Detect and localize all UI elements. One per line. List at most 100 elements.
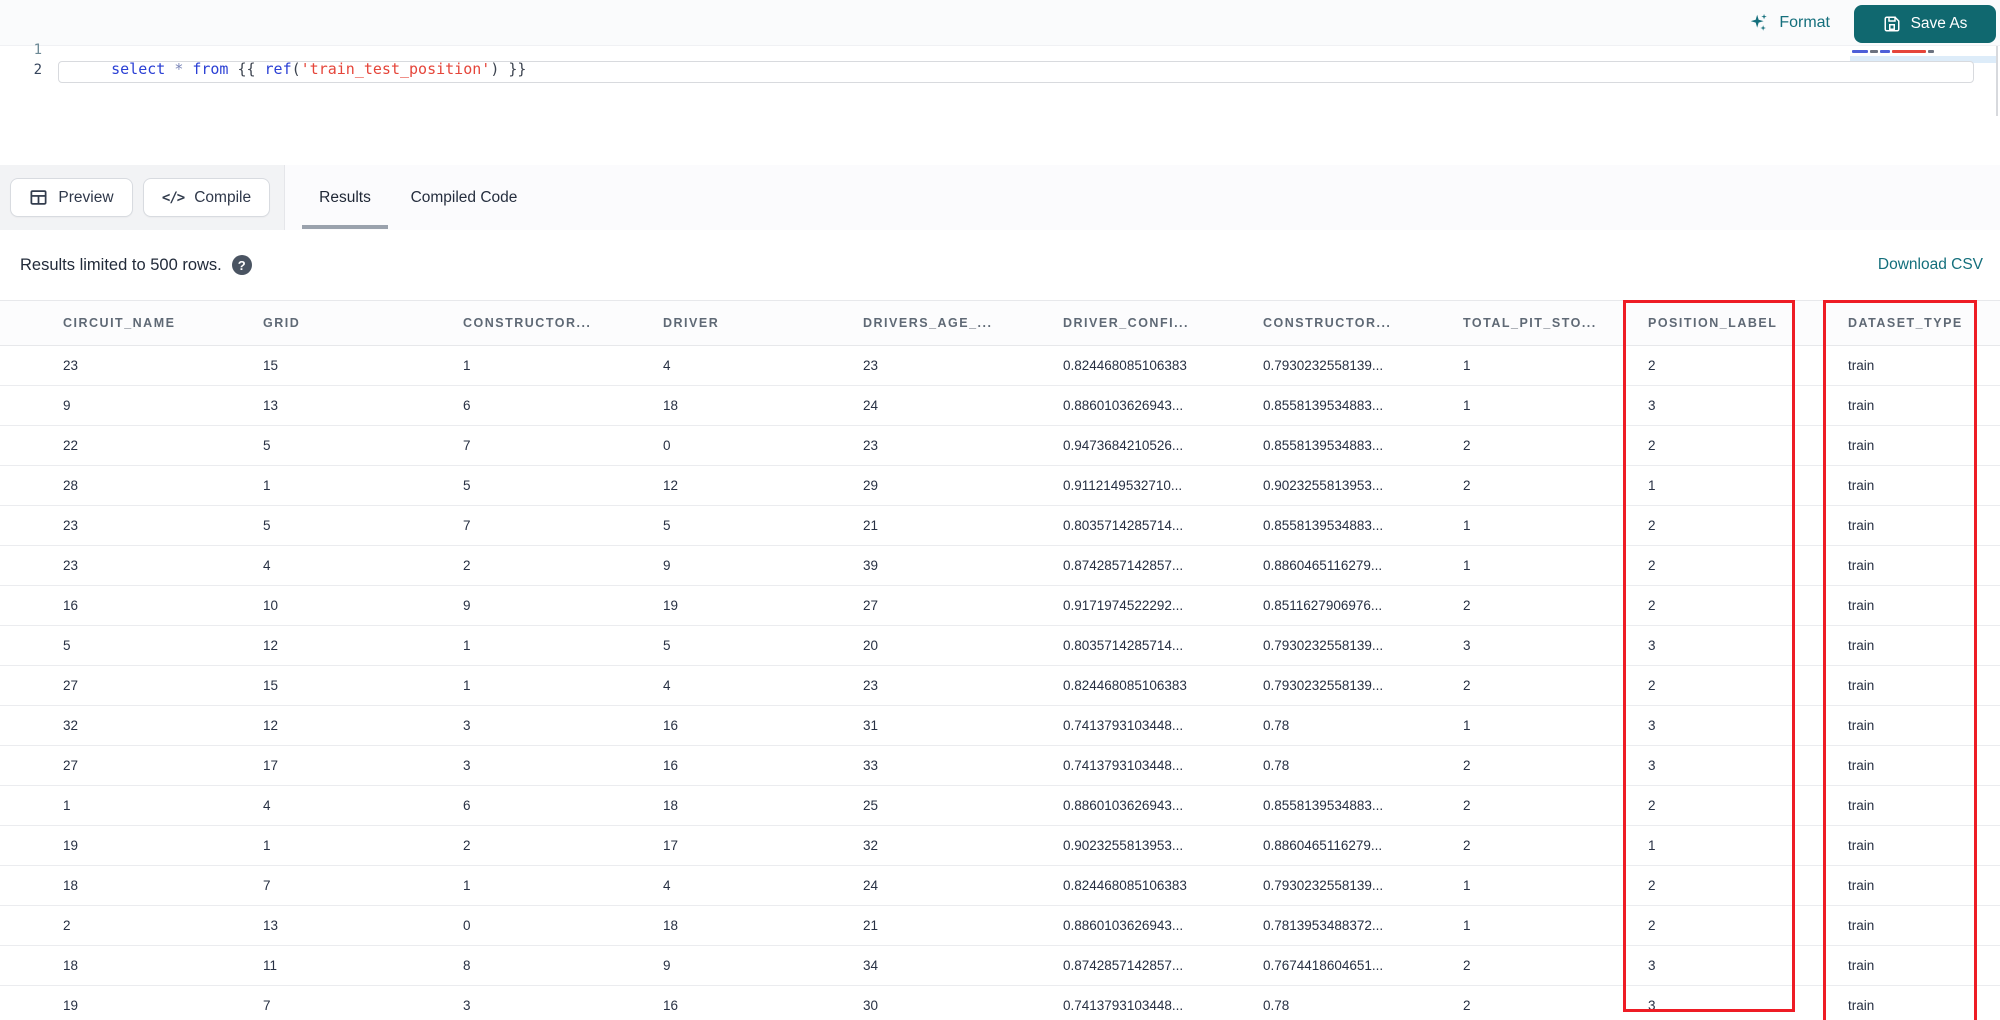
table-row[interactable]: 23 15 1 4 23 0.824468085106383 0.7930232558139… [0, 345, 2000, 386]
table-cell: 2 [1600, 505, 1800, 546]
table-cell: 15 [200, 345, 400, 386]
table-cell: 32 [800, 825, 1000, 866]
table-cell: 0.8742857142857... [1000, 545, 1200, 586]
table-row[interactable]: 19 7 3 16 30 0.7413793103448... 0.78 2 3 train [0, 985, 2000, 1020]
column-header[interactable]: DRIVER_CONFI... [1000, 300, 1200, 346]
table-row[interactable]: 23 5 7 5 21 0.8035714285714... 0.8558139534883… [0, 505, 2000, 546]
format-button[interactable]: Format [1748, 8, 1830, 38]
results-toolbar: Preview </> Compile Results Compiled Cod… [0, 165, 2000, 230]
table-cell: 0.78 [1200, 985, 1400, 1020]
table-cell: 0.8035714285714... [1000, 625, 1200, 666]
table-cell: 8 [400, 945, 600, 986]
table-cell: 0.8860103626943... [1000, 385, 1200, 426]
table-row[interactable]: 1 4 6 18 25 0.8860103626943... 0.8558139534883… [0, 785, 2000, 826]
column-header[interactable]: CONSTRUCTOR... [1200, 300, 1400, 346]
table-cell: 5 [200, 425, 400, 466]
table-cell: 2 [1400, 465, 1600, 506]
table-cell: 16 [600, 745, 800, 786]
table-row[interactable]: 18 7 1 4 24 0.824468085106383 0.7930232558139.… [0, 865, 2000, 906]
table-cell: 24 [800, 865, 1000, 906]
token-close-paren: ) [490, 60, 500, 78]
table-cell: 18 [600, 905, 800, 946]
table-row[interactable]: 2 13 0 18 21 0.8860103626943... 0.781395348837… [0, 905, 2000, 946]
download-csv-link[interactable]: Download CSV [1878, 230, 1983, 300]
save-as-button[interactable]: Save As [1854, 5, 1996, 43]
table-row[interactable]: 32 12 3 16 31 0.7413793103448... 0.78 1 3 train [0, 705, 2000, 746]
results-info-row: Results limited to 500 rows. ? Download … [0, 230, 2000, 300]
help-icon[interactable]: ? [231, 255, 252, 275]
table-cell: 9 [600, 945, 800, 986]
table-cell: 32 [0, 705, 200, 746]
table-cell: 2 [1400, 785, 1600, 826]
table-row[interactable]: 27 17 3 16 33 0.7413793103448... 0.78 2 3 train [0, 745, 2000, 786]
column-header[interactable]: GRID [200, 300, 400, 346]
column-header[interactable]: CONSTRUCTOR... [400, 300, 600, 346]
table-cell: 1 [1600, 465, 1800, 506]
table-row[interactable]: 18 11 8 9 34 0.8742857142857... 0.767441860465… [0, 945, 2000, 986]
table-cell: 2 [1600, 665, 1800, 706]
table-cell: 0.7930232558139... [1200, 665, 1400, 706]
table-cell: 39 [800, 545, 1000, 586]
table-cell: 0.8860465116279... [1200, 825, 1400, 866]
table-cell: 3 [1400, 625, 1600, 666]
column-header[interactable]: TOTAL_PIT_STO... [1400, 300, 1600, 346]
table-row[interactable]: 9 13 6 18 24 0.8860103626943... 0.855813953488… [0, 385, 2000, 426]
table-cell: 2 [1400, 985, 1600, 1020]
table-cell: 19 [0, 985, 200, 1020]
table-cell: 1 [400, 665, 600, 706]
table-cell: 0.8860103626943... [1000, 785, 1200, 826]
table-cell: 15 [200, 665, 400, 706]
table-cell: 0.7930232558139... [1200, 865, 1400, 906]
results-table-container: CIRCUIT_NAME GRID CONSTRUCTOR... DRIVER DRIV… [0, 300, 2000, 1020]
table-cell: 2 [400, 545, 600, 586]
preview-label: Preview [58, 188, 114, 206]
table-row[interactable]: 16 10 9 19 27 0.9171974522292... 0.85116279069… [0, 585, 2000, 626]
table-cell: 1 [1400, 865, 1600, 906]
table-cell: 1 [1400, 505, 1600, 546]
table-cell: 2 [1600, 345, 1800, 386]
table-cell: train [1800, 745, 2000, 786]
table-cell: train [1800, 665, 2000, 706]
table-row[interactable]: 19 1 2 17 32 0.9023255813953... 0.886046511627… [0, 825, 2000, 866]
table-cell: train [1800, 785, 2000, 826]
table-cell: 1 [1600, 825, 1800, 866]
column-header[interactable]: DRIVERS_AGE_... [800, 300, 1000, 346]
table-cell: 4 [200, 785, 400, 826]
token-star: * [174, 60, 184, 78]
table-cell: 2 [0, 905, 200, 946]
table-cell: 0.8742857142857... [1000, 945, 1200, 986]
table-cell: 7 [200, 865, 400, 906]
column-header[interactable]: DATASET_TYPE [1800, 300, 2000, 346]
column-header[interactable]: DRIVER [600, 300, 800, 346]
compile-button[interactable]: </> Compile [143, 178, 270, 217]
active-tab-underline [302, 225, 388, 229]
preview-button[interactable]: Preview [10, 178, 133, 217]
column-header[interactable]: CIRCUIT_NAME [0, 300, 200, 346]
table-icon [29, 188, 48, 207]
editor-scrollbar[interactable] [1996, 46, 1998, 116]
table-cell: 2 [1600, 545, 1800, 586]
table-cell: 0.8558139534883... [1200, 505, 1400, 546]
code-icon: </> [161, 189, 185, 206]
table-cell: 0.8558139534883... [1200, 785, 1400, 826]
table-cell: 23 [0, 505, 200, 546]
table-row[interactable]: 27 15 1 4 23 0.824468085106383 0.7930232558139… [0, 665, 2000, 706]
table-row[interactable]: 23 4 2 9 39 0.8742857142857... 0.8860465116279… [0, 545, 2000, 586]
table-cell: 4 [600, 665, 800, 706]
table-row[interactable]: 28 1 5 12 29 0.9112149532710... 0.902325581395… [0, 465, 2000, 506]
table-cell: 13 [200, 385, 400, 426]
table-cell: 19 [0, 825, 200, 866]
tab-results[interactable]: Results [302, 165, 388, 230]
table-cell: train [1800, 385, 2000, 426]
column-header[interactable]: POSITION_LABEL [1600, 300, 1800, 346]
code-line-1[interactable]: select * from {{ref('train_test_position')}… [75, 42, 526, 96]
table-cell: 4 [200, 545, 400, 586]
table-cell: 3 [1600, 945, 1800, 986]
table-cell: 1 [200, 825, 400, 866]
tab-compiled-code[interactable]: Compiled Code [405, 165, 523, 230]
table-cell: train [1800, 625, 2000, 666]
table-row[interactable]: 5 12 1 5 20 0.8035714285714... 0.7930232558139… [0, 625, 2000, 666]
table-cell: 3 [400, 705, 600, 746]
table-cell: 0.7413793103448... [1000, 705, 1200, 746]
table-row[interactable]: 22 5 7 0 23 0.9473684210526... 0.8558139534883… [0, 425, 2000, 466]
